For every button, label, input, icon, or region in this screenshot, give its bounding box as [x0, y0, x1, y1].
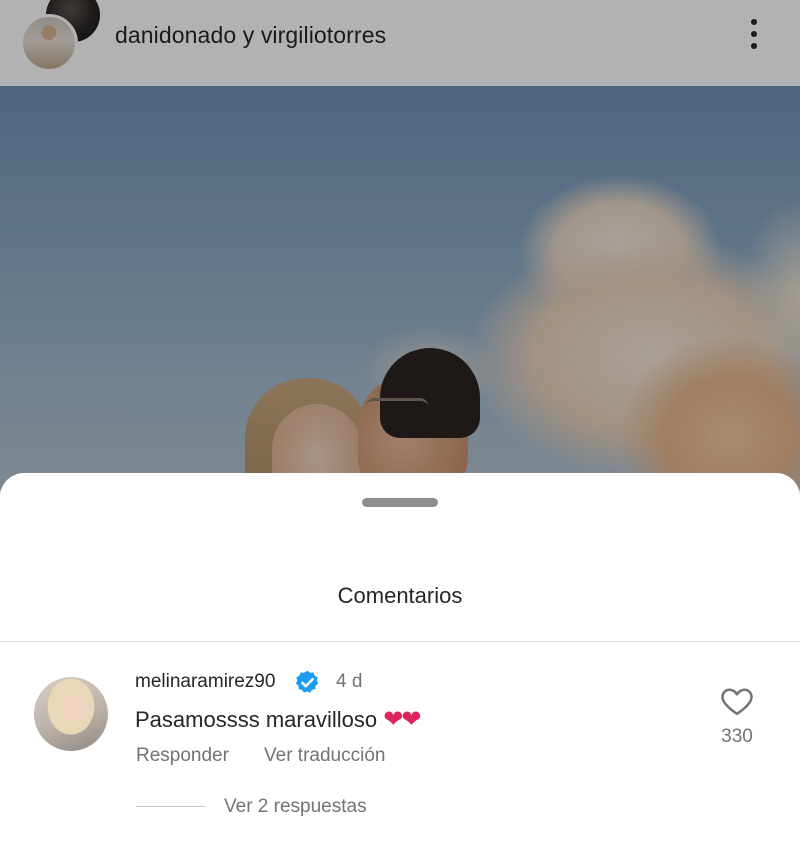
see-translation-button[interactable]: Ver traducción: [264, 745, 385, 767]
drag-handle[interactable]: [362, 498, 438, 507]
sheet-title: Comentarios: [337, 583, 463, 608]
like-count: 330: [721, 726, 753, 747]
verified-badge-icon: [295, 670, 319, 693]
comment-timestamp: 4 d: [336, 671, 363, 692]
commenter-username[interactable]: melinaramirez90: [135, 671, 275, 693]
comment-body: Pasamossss maravilloso: [135, 707, 378, 732]
commenter-avatar[interactable]: [34, 677, 108, 751]
heart-emoji: ❤❤: [383, 705, 421, 733]
sheet-backdrop[interactable]: [0, 0, 800, 490]
comment-text: Pasamossss maravilloso ❤❤: [135, 705, 421, 733]
divider: [0, 641, 800, 642]
comments-sheet: Comentarios melinaramirez90 4 d Pasamoss…: [0, 473, 800, 858]
reply-button[interactable]: Responder: [136, 745, 229, 767]
replies-divider-line: [136, 806, 205, 807]
view-replies-button[interactable]: Ver 2 respuestas: [224, 796, 367, 818]
heart-icon[interactable]: [718, 683, 756, 719]
